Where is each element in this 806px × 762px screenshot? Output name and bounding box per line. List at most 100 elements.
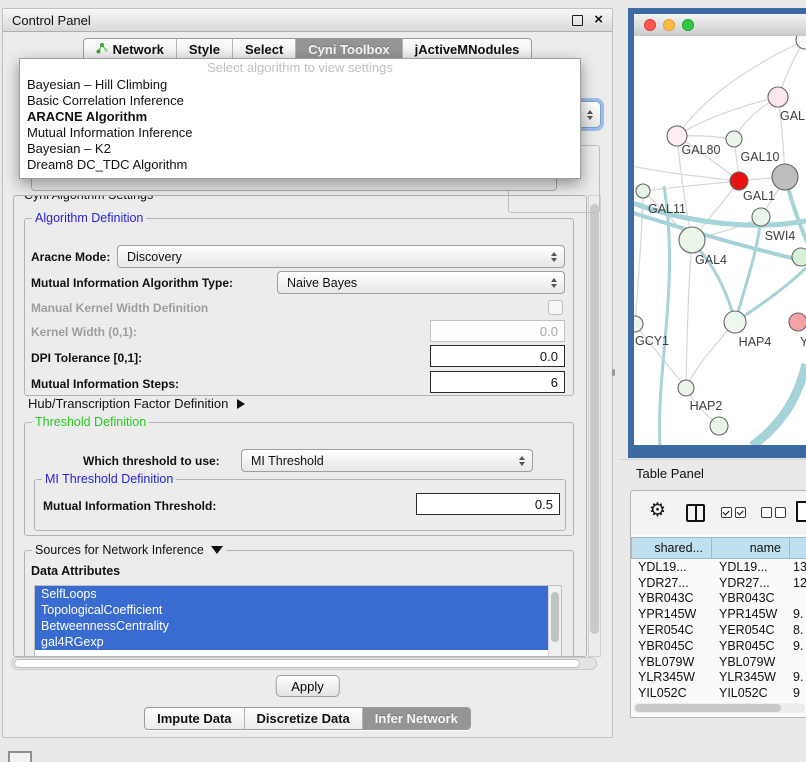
- network-node-gal[interactable]: [768, 87, 788, 107]
- network-node-gcy1[interactable]: [634, 316, 643, 332]
- close-traffic-light[interactable]: [644, 19, 656, 31]
- gear-icon[interactable]: ⚙: [649, 501, 666, 521]
- table-cell: YIL052C: [631, 686, 712, 700]
- algorithm-option[interactable]: Mutual Information Inference: [20, 125, 580, 141]
- algorithm-option[interactable]: Bayesian – Hill Climbing: [20, 77, 580, 93]
- network-edge[interactable]: [686, 240, 692, 388]
- table-cell: 12: [790, 576, 806, 590]
- combo-spinner-icon: [587, 110, 593, 120]
- settings-vertical-scrollbar[interactable]: [588, 195, 601, 657]
- table-row[interactable]: YDL19...YDL19...13: [631, 559, 806, 575]
- desktop: Control Panel × NetworkStyleSelectCyni T…: [0, 0, 806, 762]
- apply-button[interactable]: Apply: [275, 675, 340, 697]
- table-row[interactable]: YER054CYER054C8.: [631, 622, 806, 638]
- unchecked-boxes-icon[interactable]: [761, 507, 786, 518]
- network-node-gal1[interactable]: [730, 172, 748, 190]
- column-header[interactable]: shared...: [631, 537, 712, 559]
- tab-discretize-data[interactable]: Discretize Data: [244, 708, 362, 729]
- tab-label: Cyni Toolbox: [308, 41, 389, 58]
- minimize-traffic-light[interactable]: [663, 19, 675, 31]
- panel-divider: [620, 459, 806, 460]
- network-edge[interactable]: [752, 364, 806, 445]
- network-node[interactable]: [772, 164, 798, 190]
- table-row[interactable]: YPR145WYPR145W9.: [631, 606, 806, 622]
- mi-threshold-field[interactable]: [416, 493, 560, 515]
- zoom-traffic-light[interactable]: [682, 19, 694, 31]
- expanded-arrow-icon: [211, 546, 223, 554]
- network-node-label: HAP4: [739, 335, 772, 349]
- network-node-swi4[interactable]: [752, 208, 770, 226]
- network-canvas[interactable]: GALGAL80GAL10GAL1GAL11SWI4GAL4GCY1HAP4YH…: [634, 36, 806, 445]
- table-horizontal-scrollbar[interactable]: [633, 703, 805, 713]
- network-edge[interactable]: [635, 191, 643, 324]
- scrollbar-thumb[interactable]: [635, 704, 781, 712]
- attribute-item[interactable]: BetweennessCentrality: [35, 618, 548, 634]
- network-node[interactable]: [710, 417, 728, 435]
- column-header[interactable]: name: [712, 537, 790, 559]
- algorithm-definition-group: Algorithm Definition Aracne Mode: Discov…: [24, 218, 574, 396]
- float-window-icon[interactable]: [572, 15, 583, 26]
- scrollbar-thumb[interactable]: [590, 204, 599, 634]
- table-row[interactable]: YIL052CYIL052C9: [631, 685, 806, 700]
- scrollbar-thumb[interactable]: [551, 592, 559, 642]
- settings-horizontal-scrollbar[interactable]: [11, 657, 597, 670]
- network-node-label: GAL1: [743, 189, 775, 203]
- network-edge[interactable]: [686, 322, 735, 388]
- scrollbar-thumb[interactable]: [14, 659, 580, 668]
- list-vertical-scrollbar[interactable]: [548, 586, 561, 657]
- mi-algorithm-type-combo[interactable]: Naive Bayes: [277, 271, 565, 294]
- tab-cyni-toolbox[interactable]: Cyni Toolbox: [295, 39, 401, 60]
- algorithm-option[interactable]: ARACNE Algorithm: [20, 109, 580, 125]
- network-node-label: GAL10: [741, 150, 780, 164]
- network-edge[interactable]: [660, 186, 670, 445]
- algorithm-option[interactable]: Dream8 DC_TDC Algorithm: [20, 157, 580, 173]
- table-cell: 9: [790, 686, 806, 700]
- close-icon[interactable]: ×: [594, 15, 603, 25]
- tab-style[interactable]: Style: [176, 39, 232, 60]
- network-node-hap4[interactable]: [724, 311, 746, 333]
- column-header[interactable]: [790, 537, 806, 559]
- tab-infer-network[interactable]: Infer Network: [362, 708, 470, 729]
- table-row[interactable]: YBL079WYBL079W: [631, 654, 806, 670]
- attribute-item[interactable]: SelfLoops: [35, 586, 548, 602]
- aracne-mode-combo[interactable]: Discovery: [117, 245, 565, 268]
- algorithm-option[interactable]: Basic Correlation Inference: [20, 93, 580, 109]
- combo-value: MI Threshold: [251, 454, 324, 468]
- minimized-panel-icon[interactable]: [8, 751, 32, 762]
- network-node-label: HAP2: [690, 399, 723, 413]
- network-node-y[interactable]: [789, 313, 806, 331]
- algorithm-option[interactable]: Bayesian – K2: [20, 141, 580, 157]
- mi-steps-field[interactable]: [430, 371, 565, 393]
- network-node-hap2[interactable]: [678, 380, 694, 396]
- split-pane-handle[interactable]: [612, 369, 615, 376]
- attribute-item[interactable]: gal4RGexp: [35, 634, 548, 650]
- split-columns-icon[interactable]: [686, 504, 705, 522]
- network-node[interactable]: [792, 248, 806, 266]
- manual-kernel-checkbox[interactable]: [548, 300, 563, 315]
- tab-jactivemnodules[interactable]: jActiveMNodules: [402, 39, 532, 60]
- which-threshold-combo[interactable]: MI Threshold: [241, 449, 533, 472]
- tab-select[interactable]: Select: [232, 39, 295, 60]
- table-cell: YPR145W: [712, 607, 790, 621]
- checked-boxes-icon[interactable]: [721, 507, 746, 518]
- table-row[interactable]: YDR27...YDR27...12: [631, 575, 806, 591]
- kernel-width-field[interactable]: [430, 320, 565, 342]
- mi-type-label: Mutual Information Algorithm Type:: [31, 276, 233, 290]
- table-cell: YBR043C: [712, 591, 790, 605]
- dpi-tolerance-field[interactable]: [430, 345, 565, 367]
- network-node-gal10[interactable]: [726, 131, 742, 147]
- table-row[interactable]: YLR345WYLR345W9.: [631, 670, 806, 686]
- hub-tf-definition-toggle[interactable]: Hub/Transcription Factor Definition: [28, 396, 245, 411]
- tab-network[interactable]: Network: [84, 39, 176, 60]
- attribute-item[interactable]: TopologicalCoefficient: [35, 602, 548, 618]
- network-node[interactable]: [796, 36, 806, 49]
- new-column-icon[interactable]: [796, 501, 806, 522]
- table-row[interactable]: YBR043CYBR043C: [631, 591, 806, 607]
- table-row[interactable]: YBR045CYBR045C9.: [631, 638, 806, 654]
- network-edge[interactable]: [643, 181, 739, 191]
- network-node-gal11[interactable]: [636, 184, 650, 198]
- network-node-gal4[interactable]: [679, 227, 705, 253]
- tab-impute-data[interactable]: Impute Data: [145, 708, 243, 729]
- data-attributes-list[interactable]: SelfLoopsTopologicalCoefficientBetweenne…: [34, 585, 562, 657]
- checked-box-icon: [735, 507, 746, 518]
